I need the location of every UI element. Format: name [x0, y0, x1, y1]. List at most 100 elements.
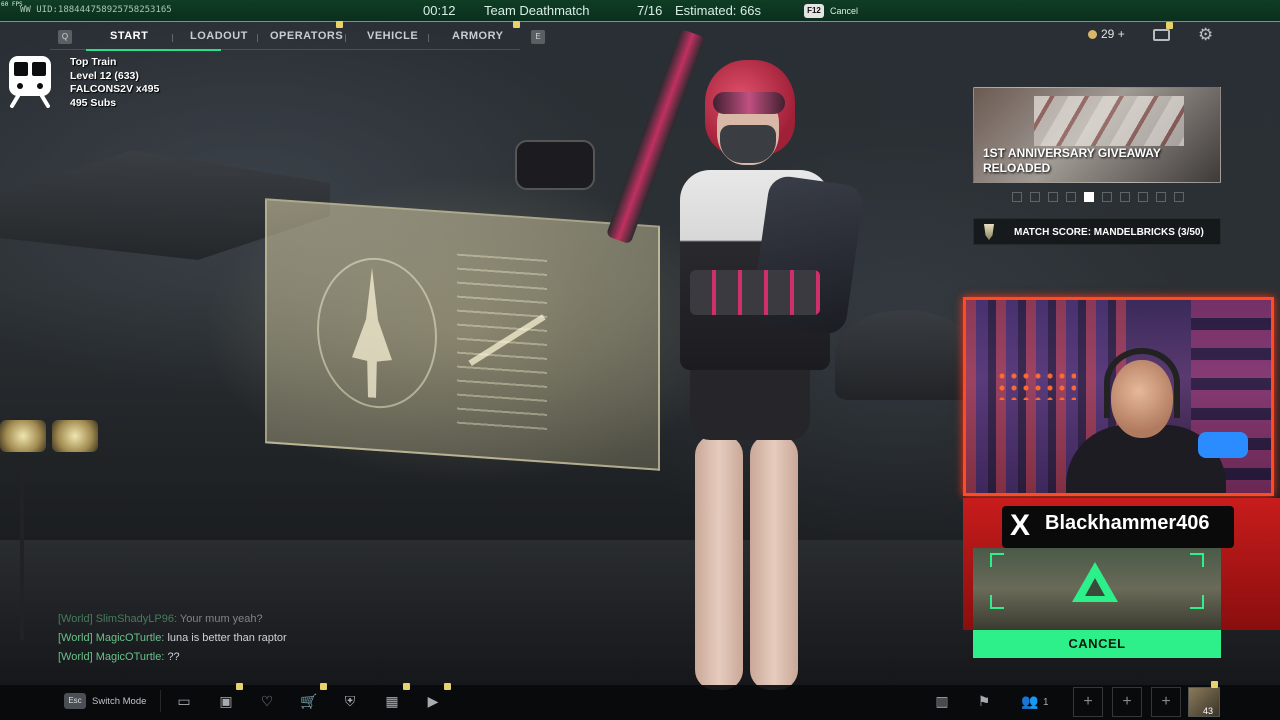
match-score-banner[interactable]: MATCH SCORE: MANDELBRICKS (3/50): [973, 218, 1221, 245]
x-social-icon: X: [1010, 509, 1031, 542]
floodlight-left: [0, 420, 46, 452]
tab-start[interactable]: START: [110, 30, 148, 42]
coin-icon: [1088, 30, 1097, 39]
carousel-dot[interactable]: [1084, 192, 1094, 202]
cancel-queue-link[interactable]: Cancel: [830, 6, 858, 16]
avatar-badge: 43: [1203, 706, 1214, 716]
mail-icon[interactable]: [1153, 29, 1170, 41]
tab-separator: [345, 34, 346, 42]
stats-chart-icon[interactable]: ▥: [932, 692, 952, 710]
character-mask: [720, 125, 776, 163]
carousel-dot[interactable]: [1030, 192, 1040, 202]
active-tab-indicator: [86, 49, 221, 51]
coin-balance[interactable]: 29 +: [1101, 27, 1125, 41]
party-icon[interactable]: 👥: [1020, 692, 1040, 710]
party-slot-add[interactable]: +: [1073, 687, 1103, 717]
mail-notification-pip: [1166, 22, 1173, 29]
train-sponsor: FALCONS2V x495: [70, 83, 160, 95]
carousel-dot[interactable]: [1048, 192, 1058, 202]
match-score-text: MATCH SCORE: MANDELBRICKS (3/50): [1014, 227, 1204, 238]
carousel-dot[interactable]: [1174, 192, 1184, 202]
train-title: Top Train: [70, 56, 117, 68]
notification-pip: [444, 683, 451, 690]
character-pouches: [690, 270, 820, 315]
tab-armory[interactable]: ARMORY: [452, 30, 503, 42]
carousel-dot[interactable]: [1156, 192, 1166, 202]
notification-pip: [320, 683, 327, 690]
rifle-scope-graphic: [515, 140, 595, 190]
microphone-icon: [1198, 432, 1248, 458]
corner-bracket: [1190, 553, 1204, 567]
promo-artwork: [1034, 96, 1184, 146]
chat-message: [World] SlimShadyLP96: Your mum yeah?: [58, 613, 263, 625]
flag-icon[interactable]: ⚑: [974, 692, 994, 710]
notification-pip: [236, 683, 243, 690]
notification-pip: [403, 683, 410, 690]
carousel-dot[interactable]: [1138, 192, 1148, 202]
queue-mode: Team Deathmatch: [484, 3, 590, 18]
party-size: 1: [1043, 697, 1049, 708]
switch-mode-button[interactable]: Switch Mode: [92, 696, 146, 707]
nav-next-hotkey[interactable]: E: [531, 30, 545, 44]
queue-estimated-time: Estimated: 66s: [675, 3, 761, 18]
train-level: Level 12 (633): [70, 69, 139, 82]
tab-separator: [172, 34, 173, 42]
tab-loadout[interactable]: LOADOUT: [190, 30, 248, 42]
carousel-dot[interactable]: [1066, 192, 1076, 202]
queue-timer: 00:12: [423, 3, 456, 18]
events-icon[interactable]: ▦: [382, 692, 402, 710]
tab-separator: [257, 34, 258, 42]
battlepass-icon[interactable]: ⛨: [340, 692, 360, 710]
chat-message: [World] MagicOTurtle: ??: [58, 651, 180, 663]
operator-character: [515, 28, 865, 690]
trophy-icon: [984, 224, 994, 240]
event-promo-card[interactable]: 1ST ANNIVERSARY GIVEAWAY RELOADED: [973, 87, 1221, 183]
heart-shield-icon[interactable]: ♡: [257, 692, 277, 710]
matchmaking-bar: 60 FPS WW UID:18844475892575825316​5 00:…: [0, 0, 1280, 22]
webcam-string-lights: [996, 370, 1076, 400]
gear-icon[interactable]: ⚙: [1198, 26, 1213, 43]
nav-prev-hotkey[interactable]: Q: [58, 30, 72, 44]
toolbar-separator: [160, 690, 161, 712]
headset-icon: [1104, 348, 1180, 418]
video-icon[interactable]: ▶: [423, 692, 443, 710]
floodlight-right: [52, 420, 98, 452]
party-slot-add[interactable]: +: [1112, 687, 1142, 717]
streamer-handle: Blackhammer406: [1045, 512, 1210, 534]
carousel-dot[interactable]: [1102, 192, 1112, 202]
tab-vehicle[interactable]: VEHICLE: [367, 30, 418, 42]
corner-bracket: [1190, 595, 1204, 609]
carousel-dot[interactable]: [1120, 192, 1130, 202]
lamp-stand: [20, 440, 24, 640]
queue-player-count: 7/16: [637, 3, 663, 18]
corner-bracket: [990, 553, 1004, 567]
world-chat: [World] SlimShadyLP96: Your mum yeah? [W…: [58, 610, 287, 667]
corner-bracket: [990, 595, 1004, 609]
carousel-dot[interactable]: [1012, 192, 1022, 202]
tab-operators[interactable]: OPERATORS: [270, 30, 343, 42]
cancel-hotkey[interactable]: F12: [804, 4, 824, 18]
character-goggles: [713, 92, 785, 114]
promo-title: 1ST ANNIVERSARY GIVEAWAY RELOADED: [983, 146, 1161, 175]
chat-message: [World] MagicOTurtle: luna is better tha…: [58, 632, 287, 644]
esc-hotkey[interactable]: Esc: [64, 693, 86, 709]
promo-carousel-dots: [1012, 190, 1192, 202]
character-leg-right: [750, 435, 798, 690]
main-nav-tabs: Q START LOADOUT OPERATORS VEHICLE ARMORY…: [50, 24, 550, 51]
tab-separator: [428, 34, 429, 42]
train-icon: [9, 56, 51, 108]
train-subs: 495 Subs: [70, 96, 117, 109]
armory-notification-pip: [513, 21, 520, 28]
cancel-button[interactable]: CANCEL: [973, 630, 1221, 658]
operators-notification-pip: [336, 21, 343, 28]
party-slot-add[interactable]: +: [1151, 687, 1181, 717]
character-leg-left: [695, 435, 743, 690]
chat-icon[interactable]: ▭: [174, 692, 194, 710]
calendar-gift-icon[interactable]: ▣: [216, 692, 236, 710]
shop-cart-icon[interactable]: 🛒: [299, 692, 319, 710]
streamer-webcam: [963, 297, 1274, 496]
player-uid: WW UID:18844475892575825316​5: [20, 5, 172, 15]
avatar-notification-pip: [1211, 681, 1218, 688]
character-shorts: [690, 360, 810, 440]
stream-goal-info: Top Train Level 12 (633) FALCONS2V x495 …: [70, 56, 159, 110]
